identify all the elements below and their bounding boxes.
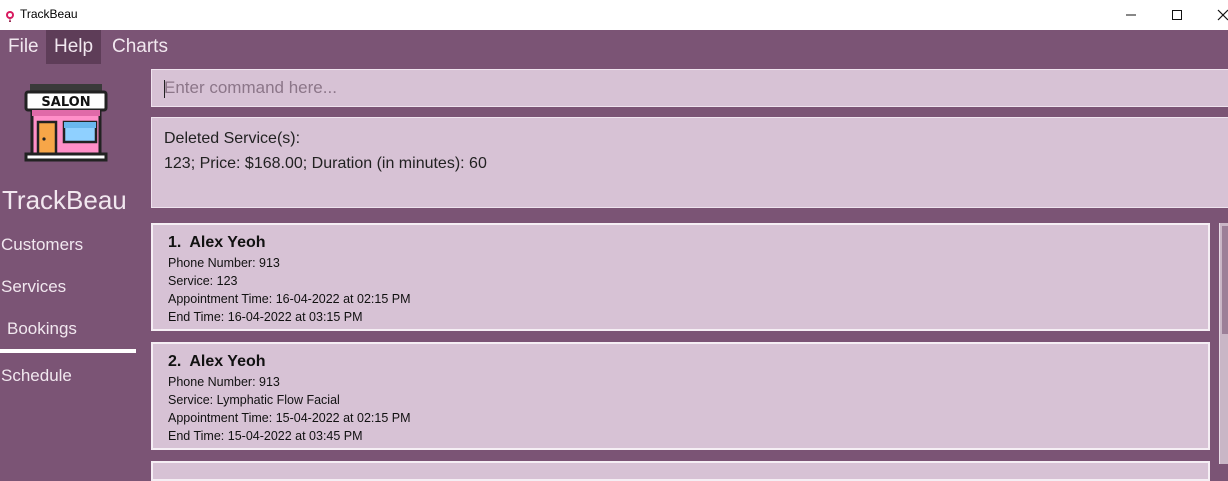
booking-index: 1. [168,234,182,251]
booking-appointment-time: Appointment Time: 16-04-2022 at 02:15 PM [168,292,411,306]
menu-bar [0,30,1228,64]
window-title: TrackBeau [20,7,78,21]
list-item[interactable]: 2. Alex Yeoh Phone Number: 913 Service: L… [151,342,1210,450]
scrollbar-thumb[interactable] [1222,226,1228,334]
brand-title: TrackBeau [2,185,127,215]
command-box [151,69,1228,107]
maximize-button[interactable] [1154,0,1200,30]
booking-index: 2. [168,353,182,370]
sidebar-item-schedule[interactable]: Schedule [1,366,72,386]
command-input[interactable] [164,70,1224,106]
maximize-icon [1172,10,1182,20]
sidebar-item-bookings[interactable]: Bookings [7,319,77,339]
booking-phone: Phone Number: 913 [168,256,280,270]
booking-service: Service: 123 [168,274,238,288]
menu-help[interactable]: Help [46,30,102,64]
minimize-button[interactable] [1108,0,1154,30]
title-bar [0,0,1228,30]
list-item[interactable] [151,461,1210,481]
list-item[interactable]: 1. Alex Yeoh Phone Number: 913 Service: 1… [151,223,1210,331]
customer-name: Alex Yeoh [189,353,266,370]
salon-sign-text: SALON [41,95,90,110]
app-flower-icon [4,8,16,27]
booking-end-time: End Time: 16-04-2022 at 03:15 PM [168,310,363,324]
booking-end-time: End Time: 15-04-2022 at 03:45 PM [168,429,363,443]
result-display: Deleted Service(s): 123; Price: $168.00;… [151,117,1228,208]
menu-charts[interactable]: Charts [104,30,176,64]
salon-logo: SALON [24,82,108,168]
menu-file[interactable]: File [0,30,47,64]
result-line-1: Deleted Service(s): [164,130,301,147]
customer-name: Alex Yeoh [189,234,266,251]
booking-phone: Phone Number: 913 [168,375,280,389]
result-line-2: 123; Price: $168.00; Duration (in minute… [164,155,487,172]
close-button[interactable] [1200,0,1228,30]
active-tab-indicator [0,349,136,353]
sidebar-item-customers[interactable]: Customers [1,235,83,255]
text-caret [164,80,165,98]
sidebar-item-services[interactable]: Services [1,277,66,297]
minimize-icon [1126,14,1136,16]
close-icon [1217,9,1228,21]
booking-service: Service: Lymphatic Flow Facial [168,393,340,407]
booking-appointment-time: Appointment Time: 15-04-2022 at 02:15 PM [168,411,411,425]
